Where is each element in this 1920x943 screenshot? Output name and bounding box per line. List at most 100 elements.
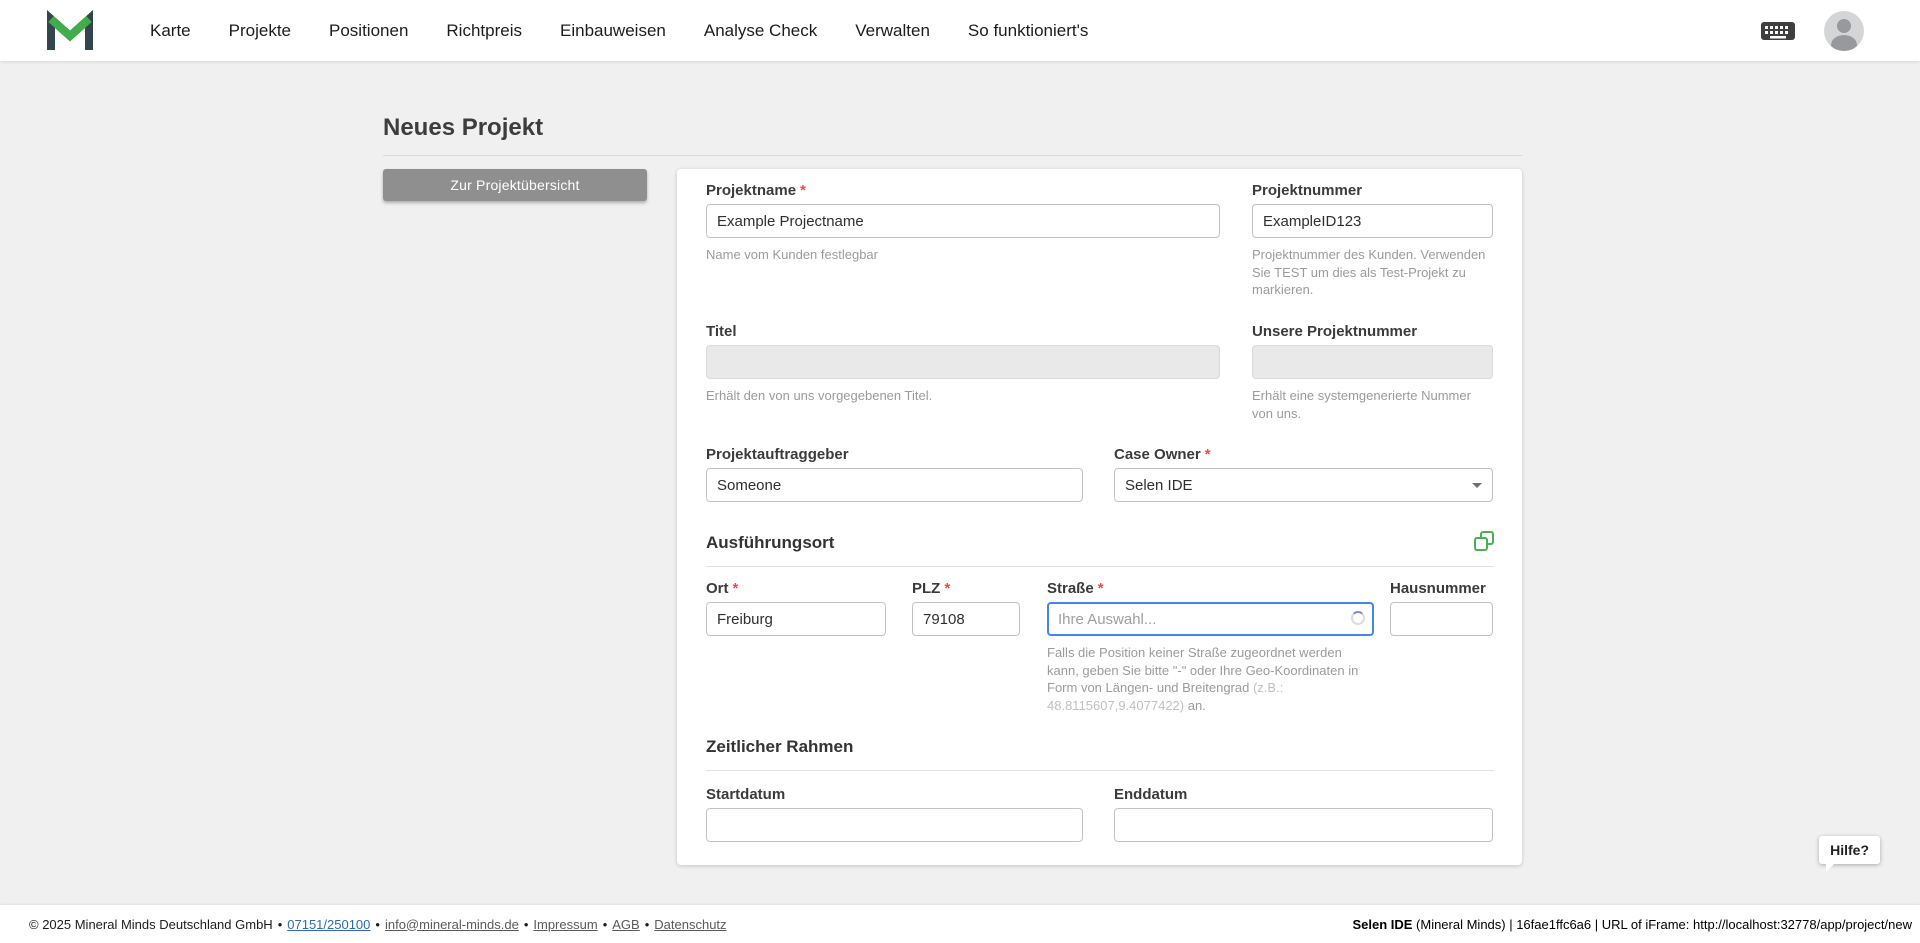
- nav-item-projekte[interactable]: Projekte: [229, 21, 291, 41]
- projektname-helper: Name vom Kunden festlegbar: [706, 246, 1220, 264]
- nav-item-positionen[interactable]: Positionen: [329, 21, 408, 41]
- projektname-field: Projektname* Name vom Kunden festlegbar: [706, 181, 1220, 264]
- footer-separator: •: [278, 917, 283, 932]
- nav-right-actions: [1760, 11, 1864, 51]
- ort-field: Ort*: [706, 579, 886, 636]
- strasse-helper: Falls die Position keiner Straße zugeord…: [1047, 644, 1374, 714]
- nav-item-analyse-check[interactable]: Analyse Check: [704, 21, 817, 41]
- footer-datenschutz-link[interactable]: Datenschutz: [654, 917, 726, 932]
- footer-phone-link[interactable]: 07151/250100: [287, 917, 370, 932]
- help-label: Hilfe?: [1830, 842, 1869, 858]
- back-to-project-overview-button[interactable]: Zur Projektübersicht: [383, 169, 647, 201]
- section-zeitlicher-rahmen-title: Zeitlicher Rahmen: [706, 736, 853, 758]
- projektnummer-input[interactable]: [1252, 204, 1493, 238]
- unsere-projektnummer-helper: Erhält eine systemgenerierte Nummer von …: [1252, 387, 1493, 422]
- footer-separator: •: [524, 917, 529, 932]
- nav-item-so-funktionierts[interactable]: So funktioniert's: [968, 21, 1088, 41]
- case-owner-label: Case Owner*: [1114, 445, 1493, 464]
- page-title: Neues Projekt: [383, 114, 543, 142]
- loading-spinner-icon: [1351, 611, 1365, 625]
- copy-icon: [1472, 529, 1496, 553]
- projektnummer-label: Projektnummer: [1252, 181, 1493, 200]
- startdatum-field: Startdatum: [706, 785, 1083, 842]
- footer-email-link[interactable]: info@mineral-minds.de: [385, 917, 519, 932]
- app-logo[interactable]: [46, 9, 94, 53]
- case-owner-label-text: Case Owner: [1114, 446, 1201, 463]
- nav-item-einbauweisen[interactable]: Einbauweisen: [560, 21, 666, 41]
- mineral-minds-logo-icon: [46, 9, 94, 53]
- top-navigation: Karte Projekte Positionen Richtpreis Ein…: [0, 0, 1920, 61]
- unsere-projektnummer-label: Unsere Projektnummer: [1252, 322, 1493, 341]
- section-ausfuehrungsort-title: Ausführungsort: [706, 532, 834, 554]
- chevron-down-icon: [1472, 483, 1482, 488]
- case-owner-field: Case Owner* Selen IDE: [1114, 445, 1493, 502]
- strasse-label-text: Straße: [1047, 580, 1094, 597]
- case-owner-selected-value: Selen IDE: [1125, 477, 1193, 494]
- enddatum-label: Enddatum: [1114, 785, 1493, 804]
- footer-info: © 2025 Mineral Minds Deutschland GmbH • …: [29, 917, 727, 932]
- startdatum-input[interactable]: [706, 808, 1083, 842]
- help-button[interactable]: Hilfe?: [1819, 836, 1880, 864]
- projektauftraggeber-label: Projektauftraggeber: [706, 445, 1083, 464]
- footer-impressum-link[interactable]: Impressum: [533, 917, 597, 932]
- plz-label: PLZ*: [912, 579, 1020, 598]
- section-divider: [706, 770, 1494, 771]
- startdatum-label: Startdatum: [706, 785, 1083, 804]
- ort-label-text: Ort: [706, 580, 729, 597]
- strasse-input-wrap: [1047, 602, 1374, 636]
- enddatum-field: Enddatum: [1114, 785, 1493, 842]
- nav-item-verwalten[interactable]: Verwalten: [855, 21, 930, 41]
- footer-separator: •: [603, 917, 608, 932]
- required-marker: *: [1098, 580, 1104, 597]
- nav-item-karte[interactable]: Karte: [150, 21, 191, 41]
- required-marker: *: [944, 580, 950, 597]
- titel-field: Titel Erhält den von uns vorgegebenen Ti…: [706, 322, 1220, 405]
- titel-helper: Erhält den von uns vorgegebenen Titel.: [706, 387, 1220, 405]
- unsere-projektnummer-input: [1252, 345, 1493, 379]
- footer-agb-link[interactable]: AGB: [612, 917, 639, 932]
- required-marker: *: [1205, 446, 1211, 463]
- titel-input: [706, 345, 1220, 379]
- main-nav: Karte Projekte Positionen Richtpreis Ein…: [150, 21, 1088, 41]
- projektname-label: Projektname*: [706, 181, 1220, 200]
- footer-session-details: (Mineral Minds) | 16fae1ffc6a6 | URL of …: [1412, 917, 1912, 932]
- nav-item-richtpreis[interactable]: Richtpreis: [446, 21, 522, 41]
- projektauftraggeber-field: Projektauftraggeber: [706, 445, 1083, 502]
- plz-label-text: PLZ: [912, 580, 940, 597]
- title-divider: [383, 155, 1522, 156]
- titel-label: Titel: [706, 322, 1220, 341]
- plz-field: PLZ*: [912, 579, 1020, 636]
- projektname-label-text: Projektname: [706, 182, 796, 199]
- footer-session-user: Selen IDE: [1352, 917, 1412, 932]
- strasse-field: Straße* Falls die Position keiner Straße…: [1047, 579, 1374, 714]
- user-avatar[interactable]: [1824, 11, 1864, 51]
- hausnummer-field: Hausnummer: [1390, 579, 1493, 636]
- strasse-helper-main: Falls die Position keiner Straße zugeord…: [1047, 645, 1358, 695]
- unsere-projektnummer-field: Unsere Projektnummer Erhält eine systemg…: [1252, 322, 1493, 422]
- required-marker: *: [733, 580, 739, 597]
- copy-location-button[interactable]: [1472, 529, 1496, 553]
- keyboard-icon[interactable]: [1760, 19, 1796, 43]
- projektname-input[interactable]: [706, 204, 1220, 238]
- new-project-form-card: Projektname* Name vom Kunden festlegbar …: [677, 169, 1522, 865]
- projektauftraggeber-input[interactable]: [706, 468, 1083, 502]
- strasse-input[interactable]: [1047, 602, 1374, 636]
- ort-label: Ort*: [706, 579, 886, 598]
- footer-session-info: Selen IDE (Mineral Minds) | 16fae1ffc6a6…: [1352, 917, 1912, 932]
- projektnummer-field: Projektnummer Projektnummer des Kunden. …: [1252, 181, 1493, 299]
- ort-input[interactable]: [706, 602, 886, 636]
- section-divider: [706, 566, 1494, 567]
- projektnummer-helper: Projektnummer des Kunden. Verwenden Sie …: [1252, 246, 1493, 299]
- enddatum-input[interactable]: [1114, 808, 1493, 842]
- strasse-helper-suffix: an.: [1184, 698, 1206, 713]
- case-owner-select[interactable]: Selen IDE: [1114, 468, 1493, 502]
- footer-separator: •: [645, 917, 650, 932]
- footer: © 2025 Mineral Minds Deutschland GmbH • …: [0, 905, 1920, 943]
- strasse-label: Straße*: [1047, 579, 1374, 598]
- plz-input[interactable]: [912, 602, 1020, 636]
- footer-separator: •: [375, 917, 380, 932]
- hausnummer-input[interactable]: [1390, 602, 1493, 636]
- footer-copyright: © 2025 Mineral Minds Deutschland GmbH: [29, 917, 273, 932]
- required-marker: *: [800, 182, 806, 199]
- hausnummer-label: Hausnummer: [1390, 579, 1493, 598]
